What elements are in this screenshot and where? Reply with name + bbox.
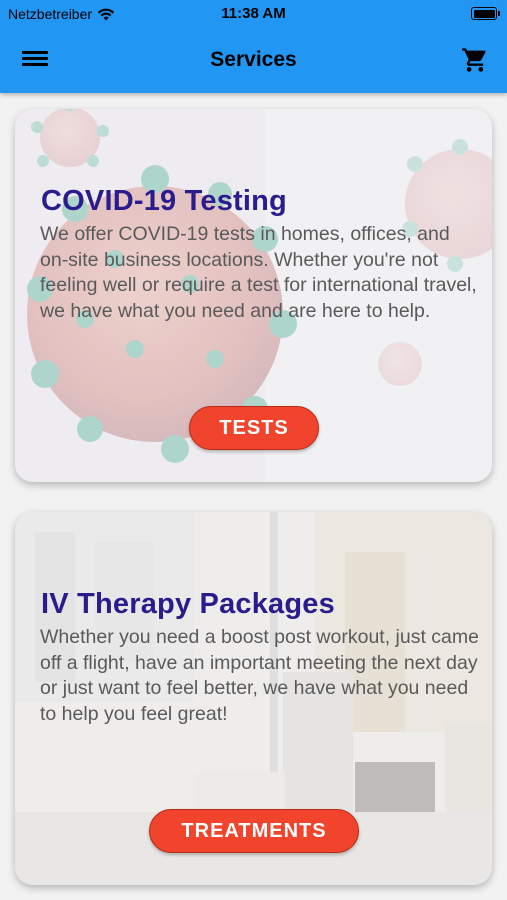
app-bar: Netzbetreiber 11:38 AM Services — [0, 0, 507, 93]
card-description: We offer COVID-19 tests in homes, office… — [40, 223, 477, 322]
card-title: COVID-19 Testing — [41, 185, 287, 217]
nav-row: Services — [0, 38, 507, 82]
card-description: Whether you need a boost post workout, j… — [40, 626, 479, 725]
status-bar: Netzbetreiber 11:38 AM — [0, 0, 507, 30]
shopping-cart-icon[interactable] — [461, 46, 489, 74]
service-card-iv-therapy: IV Therapy Packages Whether you need a b… — [15, 512, 492, 885]
battery-icon — [471, 7, 500, 20]
tests-button[interactable]: TESTS — [189, 406, 319, 450]
status-time: 11:38 AM — [221, 5, 286, 22]
card-title: IV Therapy Packages — [41, 588, 335, 620]
treatments-button[interactable]: TREATMENTS — [149, 809, 359, 853]
service-card-covid-testing: COVID-19 Testing We offer COVID-19 tests… — [15, 109, 492, 482]
page-title: Services — [210, 48, 297, 71]
